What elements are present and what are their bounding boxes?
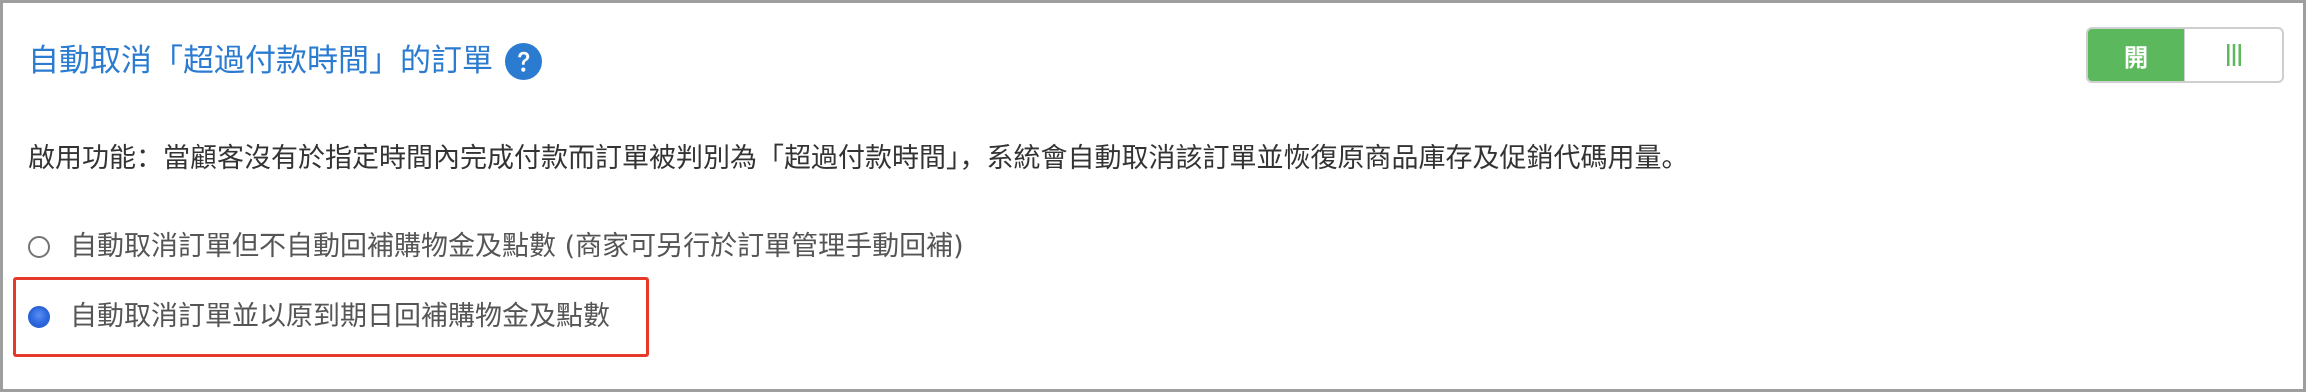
option-no-refund[interactable]: 自動取消訂單但不自動回補購物金及點數 (商家可另行於訂單管理手動回補)	[28, 225, 964, 269]
option-label[interactable]: 自動取消訂單但不自動回補購物金及點數 (商家可另行於訂單管理手動回補)	[70, 225, 964, 269]
feature-description: 啟用功能：當顧客沒有於指定時間內完成付款而訂單被判別為「超過付款時間」，系統會自…	[28, 143, 1689, 174]
question-circle-icon[interactable]	[505, 42, 542, 80]
grip-lines-icon[interactable]	[2185, 29, 2282, 81]
toggle-on-label[interactable]: 開	[2088, 29, 2185, 81]
title-row: 自動取消「超過付款時間」的訂單	[28, 37, 542, 85]
enable-toggle[interactable]: 開	[2086, 27, 2284, 83]
highlight-box	[13, 277, 649, 357]
settings-card: 自動取消「超過付款時間」的訂單 開 啟用功能：當顧客沒有於指定時間內完成付款而訂…	[0, 0, 2306, 392]
radio-no-refund[interactable]	[28, 236, 50, 258]
setting-title: 自動取消「超過付款時間」的訂單	[28, 43, 493, 79]
